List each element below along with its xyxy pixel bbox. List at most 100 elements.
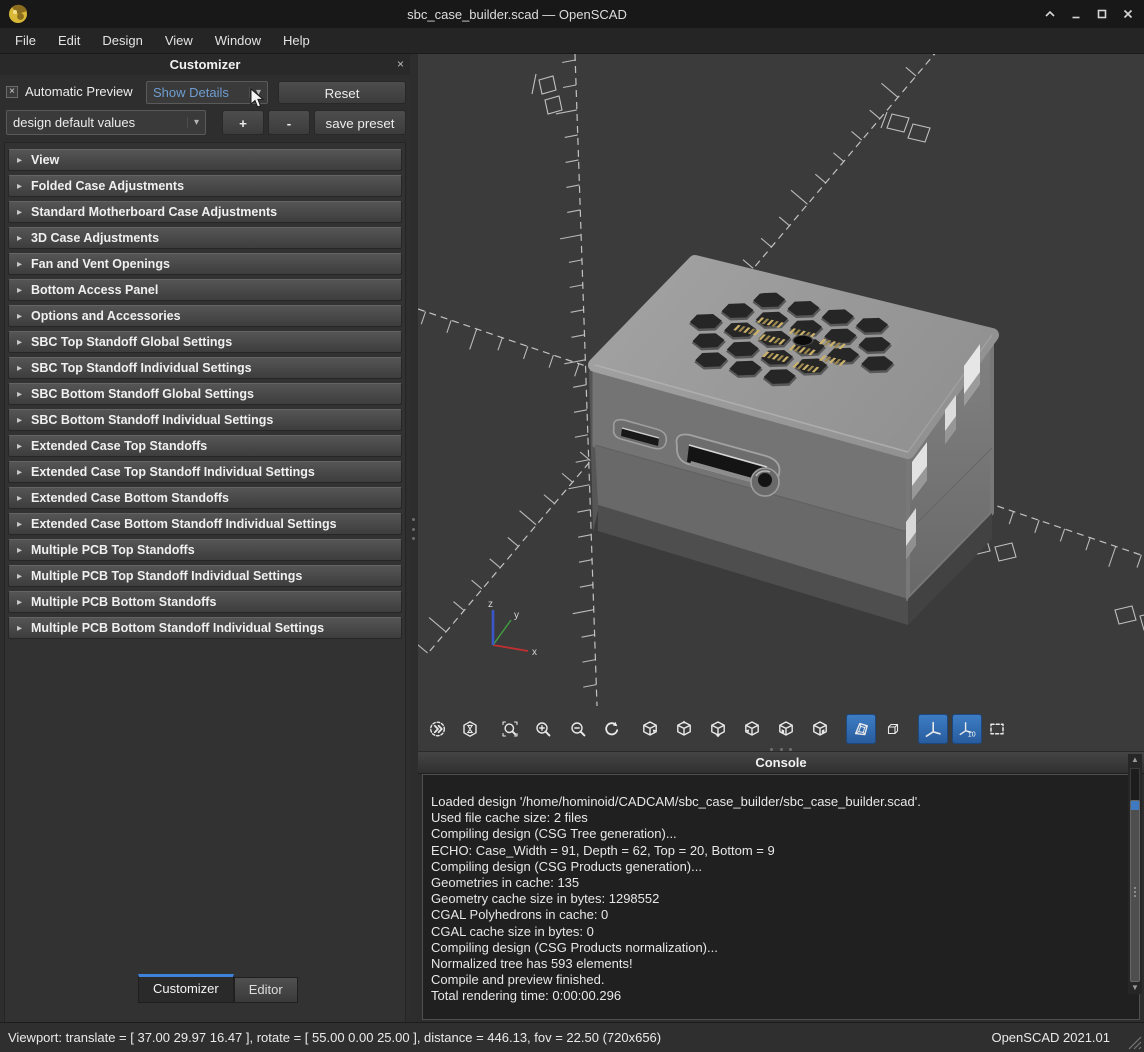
automatic-preview-checkbox[interactable]: × xyxy=(6,86,18,98)
view-front-button[interactable] xyxy=(771,714,801,744)
add-preset-button[interactable]: + xyxy=(222,110,264,135)
tab-editor[interactable]: Editor xyxy=(234,977,298,1003)
view-top-button[interactable] xyxy=(669,714,699,744)
section-header[interactable]: ▸Options and Accessories xyxy=(8,305,402,327)
save-preset-button[interactable]: save preset xyxy=(314,110,406,135)
section-header[interactable]: ▸SBC Top Standoff Global Settings xyxy=(8,331,402,353)
console-scrollbar[interactable]: ▲ ▼ xyxy=(1128,754,1142,994)
section-label: SBC Top Standoff Global Settings xyxy=(31,335,232,349)
console-panel-title: Console xyxy=(755,755,806,770)
show-edges-button[interactable] xyxy=(982,714,1012,744)
console-line: Geometry cache size in bytes: 1298552 xyxy=(431,891,1115,907)
customizer-close-icon[interactable]: × xyxy=(397,54,404,75)
section-header[interactable]: ▸View xyxy=(8,149,402,171)
chevron-right-icon: ▸ xyxy=(17,181,31,192)
reset-button[interactable]: Reset xyxy=(278,81,406,104)
section-header[interactable]: ▸Folded Case Adjustments xyxy=(8,175,402,197)
section-label: Bottom Access Panel xyxy=(31,283,158,297)
show-scale-markers-button[interactable]: 10 xyxy=(952,714,982,744)
section-label: Folded Case Adjustments xyxy=(31,179,184,193)
view-left-button[interactable] xyxy=(737,714,767,744)
section-header[interactable]: ▸Standard Motherboard Case Adjustments xyxy=(8,201,402,223)
section-label: Multiple PCB Top Standoff Individual Set… xyxy=(31,569,302,583)
section-header[interactable]: ▸Multiple PCB Bottom Standoff Individual… xyxy=(8,617,402,639)
console-panel-header[interactable]: Console × xyxy=(418,752,1144,774)
chevron-right-icon: ▸ xyxy=(17,623,31,634)
close-window-button[interactable] xyxy=(1118,3,1138,25)
section-header[interactable]: ▸Multiple PCB Top Standoff Individual Se… xyxy=(8,565,402,587)
chevron-right-icon: ▸ xyxy=(17,519,31,530)
orthogonal-button[interactable] xyxy=(878,714,908,744)
console-log[interactable]: Loaded design '/home/hominoid/CADCAM/sbc… xyxy=(422,774,1140,1020)
scroll-down-icon[interactable]: ▼ xyxy=(1128,982,1142,994)
app-version: OpenSCAD 2021.01 xyxy=(991,1030,1110,1045)
console-line: Compile and preview finished. xyxy=(431,972,1115,988)
shade-window-button[interactable] xyxy=(1040,3,1060,25)
section-label: Standard Motherboard Case Adjustments xyxy=(31,205,277,219)
show-axes-button[interactable] xyxy=(918,714,948,744)
view-back-button[interactable] xyxy=(805,714,835,744)
section-header[interactable]: ▸3D Case Adjustments xyxy=(8,227,402,249)
section-header[interactable]: ▸Multiple PCB Top Standoffs xyxy=(8,539,402,561)
resize-grip[interactable] xyxy=(1128,1036,1142,1050)
console-line: Compiling design (CSG Products generatio… xyxy=(431,859,1115,875)
section-header[interactable]: ▸Extended Case Bottom Standoff Individua… xyxy=(8,513,402,535)
customizer-section-list: ▸View▸Folded Case Adjustments▸Standard M… xyxy=(4,142,406,1026)
console-line: Compiling design (CSG Products normaliza… xyxy=(431,940,1115,956)
menu-window[interactable]: Window xyxy=(204,28,272,54)
mouse-cursor xyxy=(250,88,268,110)
section-header[interactable]: ▸SBC Bottom Standoff Individual Settings xyxy=(8,409,402,431)
minimize-window-button[interactable] xyxy=(1066,3,1086,25)
zoom-all-button[interactable] xyxy=(495,714,525,744)
section-header[interactable]: ▸Fan and Vent Openings xyxy=(8,253,402,275)
preview-button[interactable] xyxy=(423,714,453,744)
viewport-3d-canvas[interactable]: x y z xyxy=(418,54,1144,706)
zoom-out-button[interactable] xyxy=(563,714,593,744)
section-label: View xyxy=(31,153,59,167)
maximize-window-button[interactable] xyxy=(1092,3,1112,25)
chevron-right-icon: ▸ xyxy=(17,467,31,478)
z-axis-label: z xyxy=(488,599,493,610)
automatic-preview-label: Automatic Preview xyxy=(25,84,133,99)
menu-view[interactable]: View xyxy=(154,28,204,54)
remove-preset-button[interactable]: - xyxy=(268,110,310,135)
view-right-button[interactable] xyxy=(635,714,665,744)
console-line: Loaded design '/home/hominoid/CADCAM/sbc… xyxy=(431,794,1115,810)
customizer-panel-header[interactable]: Customizer × xyxy=(0,54,410,75)
openscad-window: sbc_case_builder.scad — OpenSCAD FileEdi… xyxy=(0,0,1144,1052)
zoom-in-button[interactable] xyxy=(528,714,558,744)
section-label: Fan and Vent Openings xyxy=(31,257,170,271)
render-button[interactable] xyxy=(455,714,485,744)
status-bar: Viewport: translate = [ 37.00 29.97 16.4… xyxy=(0,1022,1144,1052)
section-header[interactable]: ▸Multiple PCB Bottom Standoffs xyxy=(8,591,402,613)
console-line: CGAL Polyhedrons in cache: 0 xyxy=(431,907,1115,923)
section-header[interactable]: ▸SBC Top Standoff Individual Settings xyxy=(8,357,402,379)
chevron-right-icon: ▸ xyxy=(17,285,31,296)
section-header[interactable]: ▸SBC Bottom Standoff Global Settings xyxy=(8,383,402,405)
preset-select[interactable]: design default values ▾ xyxy=(6,110,206,135)
section-label: Extended Case Top Standoff Individual Se… xyxy=(31,465,315,479)
section-label: Extended Case Bottom Standoff Individual… xyxy=(31,517,337,531)
section-header[interactable]: ▸Extended Case Bottom Standoffs xyxy=(8,487,402,509)
section-header[interactable]: ▸Bottom Access Panel xyxy=(8,279,402,301)
console-line: ECHO: Case_Width = 91, Depth = 62, Top =… xyxy=(431,843,1115,859)
section-label: Options and Accessories xyxy=(31,309,181,323)
menu-design[interactable]: Design xyxy=(91,28,153,54)
menu-edit[interactable]: Edit xyxy=(47,28,91,54)
scroll-up-icon[interactable]: ▲ xyxy=(1128,754,1142,766)
dock-splitter-handle[interactable] xyxy=(412,518,416,540)
view-bottom-button[interactable] xyxy=(703,714,733,744)
tab-customizer[interactable]: Customizer xyxy=(138,974,234,1003)
title-bar: sbc_case_builder.scad — OpenSCAD xyxy=(0,0,1144,28)
section-label: Extended Case Top Standoffs xyxy=(31,439,207,453)
console-line: CGAL cache size in bytes: 0 xyxy=(431,924,1115,940)
chevron-right-icon: ▸ xyxy=(17,597,31,608)
reset-view-button[interactable] xyxy=(597,714,627,744)
menu-help[interactable]: Help xyxy=(272,28,321,54)
chevron-right-icon: ▸ xyxy=(17,545,31,556)
console-scrollbar-thumb[interactable] xyxy=(1130,800,1140,982)
perspective-button[interactable] xyxy=(846,714,876,744)
menu-file[interactable]: File xyxy=(4,28,47,54)
section-header[interactable]: ▸Extended Case Top Standoffs xyxy=(8,435,402,457)
section-header[interactable]: ▸Extended Case Top Standoff Individual S… xyxy=(8,461,402,483)
